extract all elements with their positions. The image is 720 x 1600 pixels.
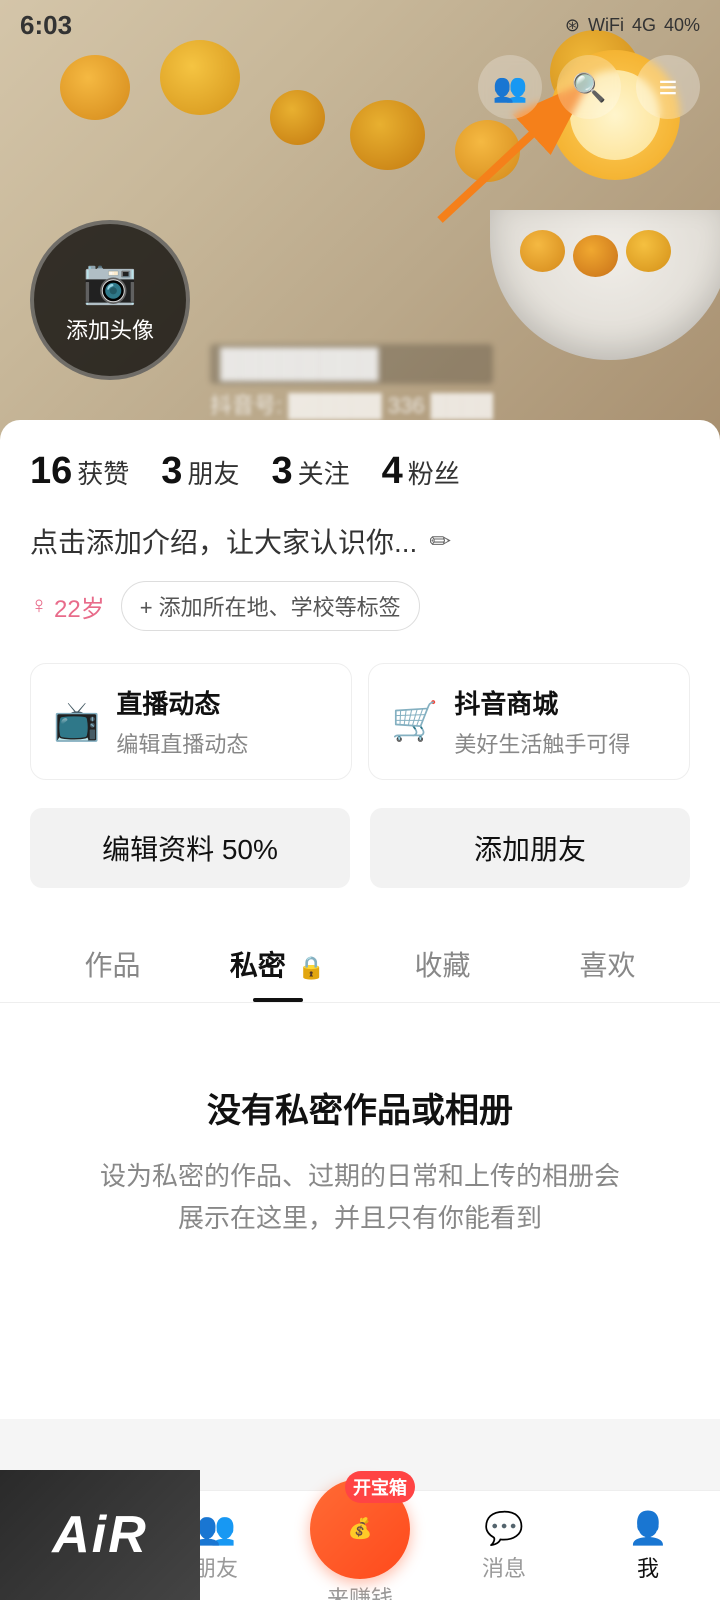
likes-count: 16 (30, 450, 72, 493)
fruit-decoration-6 (350, 100, 425, 170)
air-text: AiR (52, 1505, 148, 1565)
bowl-fruit-1 (520, 230, 565, 272)
following-stat[interactable]: 3 关注 (271, 450, 349, 493)
profile-icon: 👤 (628, 1509, 668, 1547)
profile-nav-label: 我 (637, 1551, 659, 1583)
tab-works[interactable]: 作品 (30, 924, 195, 1002)
shop-icon: 🛒 (391, 700, 438, 744)
bio-edit-icon[interactable]: ✏ (429, 526, 451, 557)
tab-works-label: 作品 (84, 950, 140, 981)
earn-badge: 开宝箱 (345, 1471, 415, 1503)
age-text: 22岁 (54, 589, 105, 624)
bluetooth-icon: ⊛ (565, 15, 580, 36)
add-tags-button[interactable]: + 添加所在地、学校等标签 (121, 581, 420, 631)
friends-nav-label: 朋友 (194, 1551, 238, 1583)
live-info: 直播动态 编辑直播动态 (116, 684, 248, 759)
tabs-row: 作品 私密 🔒 收藏 喜欢 (0, 924, 720, 1003)
avatar-circle[interactable]: 📷 添加头像 (30, 220, 190, 380)
status-bar: 6:03 ⊛ WiFi 4G 40% (0, 0, 720, 50)
userid-text: 抖音号: ██████ 336 ████ (210, 388, 493, 420)
menu-header-button[interactable]: ≡ (636, 55, 700, 119)
search-header-button[interactable]: 🔍 (557, 55, 621, 119)
live-title: 直播动态 (116, 684, 248, 721)
fans-count: 4 (382, 450, 403, 493)
menu-header-icon: ≡ (659, 69, 678, 106)
friends-label: 朋友 (187, 454, 239, 491)
shop-title: 抖音商城 (454, 684, 630, 721)
lock-icon: 🔒 (298, 955, 325, 980)
nav-messages[interactable]: 💬 消息 (432, 1509, 576, 1583)
gender-age-tag: ♀ 22岁 (30, 589, 105, 624)
friends-count: 3 (161, 450, 182, 493)
battery-icon: 40% (664, 15, 700, 36)
status-icons: ⊛ WiFi 4G 40% (565, 15, 700, 36)
gender-icon: ♀ (30, 592, 48, 620)
username-area: ████████ 抖音号: ██████ 336 ████ (210, 344, 493, 420)
tab-favorites-label: 收藏 (414, 950, 470, 981)
shop-info: 抖音商城 美好生活触手可得 (454, 684, 630, 759)
add-friends-header-button[interactable]: 👥 (478, 55, 542, 119)
live-subtitle: 编辑直播动态 (116, 727, 248, 759)
camera-icon: 📷 (83, 255, 138, 307)
tab-likes-label: 喜欢 (579, 950, 635, 981)
earn-text: 💰 (348, 1517, 373, 1541)
earn-button[interactable]: 开宝箱 💰 (310, 1479, 410, 1579)
bowl-fruit-3 (626, 230, 671, 272)
header-actions: 👥 🔍 ≡ (478, 55, 700, 119)
network-icon: 4G (632, 15, 656, 36)
bowl-container (480, 160, 720, 360)
action-buttons: 编辑资料 50% 添加朋友 (30, 808, 690, 888)
shop-subtitle: 美好生活触手可得 (454, 727, 630, 759)
empty-description: 设为私密的作品、过期的日常和上传的相册会展示在这里，并且只有你能看到 (90, 1156, 630, 1239)
nav-earn[interactable]: 开宝箱 💰 来赚钱 (288, 1479, 432, 1600)
live-feature-card[interactable]: 📺 直播动态 编辑直播动态 (30, 663, 352, 780)
bio-row[interactable]: 点击添加介绍，让大家认识你... ✏ (30, 521, 690, 561)
tags-row: ♀ 22岁 + 添加所在地、学校等标签 (30, 581, 690, 631)
likes-stat[interactable]: 16 获赞 (30, 450, 129, 493)
avatar-container[interactable]: 📷 添加头像 (30, 220, 190, 380)
edit-profile-button[interactable]: 编辑资料 50% (30, 808, 350, 888)
likes-label: 获赞 (77, 454, 129, 491)
bio-text: 点击添加介绍，让大家认识你... (30, 521, 417, 561)
friends-stat[interactable]: 3 朋友 (161, 450, 239, 493)
stats-row: 16 获赞 3 朋友 3 关注 4 粉丝 (30, 450, 690, 493)
messages-label: 消息 (482, 1551, 526, 1583)
add-friends-button[interactable]: 添加朋友 (370, 808, 690, 888)
bottom-spacer (30, 1299, 690, 1419)
fruit-decoration-2 (160, 40, 240, 115)
tab-favorites[interactable]: 收藏 (360, 924, 525, 1002)
fans-stat[interactable]: 4 粉丝 (382, 450, 460, 493)
add-tags-label: + 添加所在地、学校等标签 (140, 590, 401, 622)
fans-label: 粉丝 (408, 454, 460, 491)
main-content: 16 获赞 3 朋友 3 关注 4 粉丝 点击添加介绍，让大家认识你... ✏ … (0, 420, 720, 1419)
wifi-icon: WiFi (588, 15, 624, 36)
nav-profile[interactable]: 👤 我 (576, 1509, 720, 1583)
search-header-icon: 🔍 (572, 71, 607, 104)
fruit-decoration-1 (60, 55, 130, 120)
earn-label: 来赚钱 (327, 1581, 393, 1600)
username-text: ████████ (210, 344, 493, 384)
bowl-fruits (520, 230, 700, 277)
friends-icon: 👥 (196, 1509, 236, 1547)
status-time: 6:03 (20, 10, 72, 41)
following-label: 关注 (298, 454, 350, 491)
add-avatar-label: 添加头像 (66, 313, 154, 345)
shop-feature-card[interactable]: 🛒 抖音商城 美好生活触手可得 (368, 663, 690, 780)
air-watermark: AiR (0, 1470, 200, 1600)
add-friends-header-icon: 👥 (493, 71, 528, 104)
tab-likes[interactable]: 喜欢 (525, 924, 690, 1002)
empty-state: 没有私密作品或相册 设为私密的作品、过期的日常和上传的相册会展示在这里，并且只有… (30, 1003, 690, 1299)
bowl (490, 210, 720, 360)
empty-title: 没有私密作品或相册 (90, 1083, 630, 1132)
bowl-fruit-2 (573, 235, 618, 277)
fruit-decoration-3 (270, 90, 325, 145)
header-banner: 👥 🔍 ≡ 📷 添加头像 ████████ 抖音号: ██████ 336 ██… (0, 0, 720, 440)
tab-private-label: 私密 (230, 950, 286, 981)
feature-cards: 📺 直播动态 编辑直播动态 🛒 抖音商城 美好生活触手可得 (30, 663, 690, 780)
following-count: 3 (271, 450, 292, 493)
tab-private[interactable]: 私密 🔒 (195, 924, 360, 1002)
messages-icon: 💬 (484, 1509, 524, 1547)
live-icon: 📺 (53, 700, 100, 744)
